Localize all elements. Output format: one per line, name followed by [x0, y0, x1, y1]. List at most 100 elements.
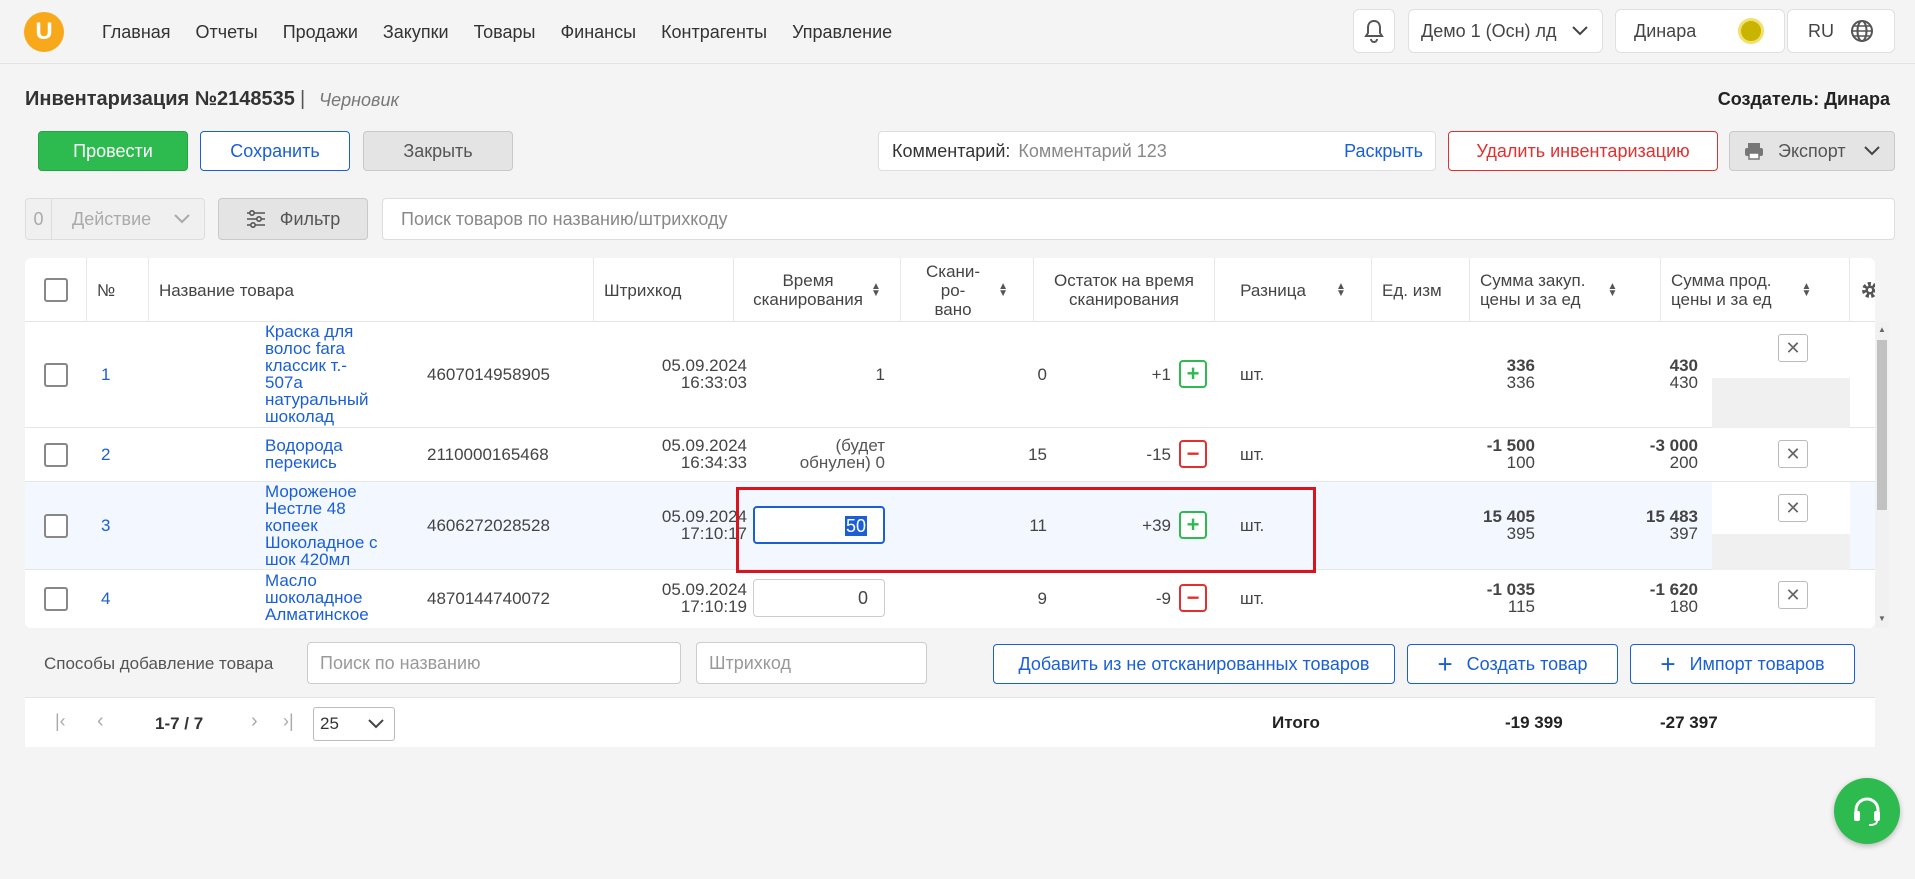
col-difference-label: Разница — [1240, 280, 1306, 300]
col-scan-time[interactable]: Время сканирования ▲ ▼ — [734, 258, 901, 322]
delete-row-button[interactable]: ✕ — [1778, 334, 1808, 362]
name-search-input[interactable]: Поиск по названию — [307, 642, 681, 684]
first-page-icon[interactable]: |‹ — [55, 711, 66, 732]
page-size-select[interactable]: 25 — [313, 707, 395, 741]
filter-button[interactable]: Фильтр — [218, 198, 368, 240]
nav-home[interactable]: Главная — [102, 22, 171, 43]
delete-row-button[interactable]: ✕ — [1778, 440, 1808, 468]
support-chat-button[interactable] — [1834, 778, 1900, 844]
import-products-button[interactable]: + Импорт товаров — [1630, 644, 1855, 684]
row-number[interactable]: 4 — [101, 589, 110, 609]
scroll-down-icon[interactable]: ▼ — [1878, 614, 1886, 623]
product-name-line: Шоколадное с — [265, 533, 378, 552]
add-unscanned-button[interactable]: Добавить из не отсканированных товаров — [993, 644, 1395, 684]
purchase-sum: 336 336 — [1425, 357, 1535, 391]
comment-field[interactable]: Комментарий: Комментарий 123 Раскрыть — [878, 131, 1436, 171]
delete-row-button[interactable]: ✕ — [1778, 494, 1808, 522]
scan-clock: 17:10:17 — [680, 524, 747, 543]
product-name-link[interactable]: Водорода перекись — [265, 437, 343, 471]
col-stock[interactable]: Остаток на время сканирования — [1034, 258, 1215, 322]
sort-icon: ▲ ▼ — [871, 281, 881, 299]
nav-products[interactable]: Товары — [474, 22, 536, 43]
expand-link[interactable]: Раскрыть — [1344, 141, 1423, 162]
product-name-line: Водорода — [265, 436, 343, 455]
minus-icon: − — [1179, 584, 1207, 612]
row-number[interactable]: 1 — [101, 365, 110, 385]
export-button[interactable]: Экспорт — [1729, 131, 1895, 171]
comment-value: Комментарий 123 — [1018, 140, 1167, 161]
table-scrollbar-track[interactable]: ▲ ▼ — [1875, 322, 1889, 628]
stock-qty: 9 — [1037, 589, 1047, 608]
purchase-total: -1 035 — [1486, 580, 1535, 599]
comment-label: Комментарий: — [892, 140, 1011, 161]
plus-icon: + — [1437, 648, 1453, 679]
col-purchase-line1: Сумма закуп. — [1480, 271, 1586, 290]
sale-unit: 430 — [1669, 373, 1698, 392]
delete-row-button[interactable]: ✕ — [1778, 581, 1808, 609]
difference-value: -15 — [1146, 445, 1171, 464]
scanned-qty-input[interactable]: 0 — [753, 579, 885, 617]
language-select[interactable]: RU — [1787, 9, 1895, 53]
gear-icon[interactable] — [1860, 280, 1875, 300]
product-name-line: классик т.- — [265, 356, 347, 375]
sliders-icon — [246, 210, 265, 228]
scroll-up-icon[interactable]: ▲ — [1878, 325, 1886, 334]
app-logo[interactable]: U — [24, 12, 64, 52]
nav-sales[interactable]: Продажи — [283, 22, 358, 43]
user-menu[interactable]: Динара — [1615, 9, 1785, 53]
last-page-icon[interactable]: ›| — [283, 711, 294, 732]
sale-unit: 180 — [1669, 597, 1698, 616]
row-number[interactable]: 3 — [101, 516, 110, 536]
filter-label: Фильтр — [279, 208, 341, 229]
scrollbar-thumb[interactable] — [1877, 340, 1887, 510]
prev-page-icon[interactable]: ‹ — [97, 710, 104, 733]
scan-clock: 17:10:19 — [680, 597, 747, 616]
col-num[interactable]: № — [87, 258, 149, 322]
next-page-icon[interactable]: › — [251, 710, 258, 733]
product-name-link[interactable]: Масло шоколадное Алматинское — [265, 572, 369, 623]
sale-sum: -3 000 200 — [1588, 437, 1698, 471]
add-products-section: Способы добавление товара Поиск по назва… — [25, 628, 1875, 698]
select-all-checkbox[interactable] — [43, 278, 68, 302]
row-number[interactable]: 2 — [101, 445, 110, 465]
row-checkbox[interactable] — [44, 587, 68, 611]
col-stock-line2: сканирования — [1069, 290, 1179, 309]
chevron-down-icon — [174, 214, 190, 224]
col-barcode[interactable]: Штрихкод — [594, 258, 734, 322]
col-unit[interactable]: Ед. изм — [1372, 258, 1470, 322]
page-size-value: 25 — [320, 714, 339, 733]
nav-purchases[interactable]: Закупки — [383, 22, 449, 43]
row-checkbox[interactable] — [44, 443, 68, 467]
create-product-button[interactable]: + Создать товар — [1407, 644, 1618, 684]
nav-finance[interactable]: Финансы — [560, 22, 636, 43]
page-range: 1-7 / 7 — [155, 714, 204, 733]
nav-contractors[interactable]: Контрагенты — [661, 22, 767, 43]
col-difference[interactable]: Разница ▲ ▼ — [1215, 258, 1372, 322]
product-name-link[interactable]: Краска для волос fara классик т.- 507а н… — [265, 323, 369, 425]
col-scanned[interactable]: Скани-ро-вано ▲ ▼ — [901, 258, 1034, 322]
company-select[interactable]: Демо 1 (Осн) лд — [1408, 9, 1603, 53]
conduct-button[interactable]: Провести — [38, 131, 188, 171]
product-name-link[interactable]: Мороженое Нестле 48 копеек Шоколадное с … — [265, 483, 378, 568]
nav-management[interactable]: Управление — [792, 22, 892, 43]
chevron-down-icon — [1572, 26, 1588, 36]
col-purchase-sum[interactable]: Сумма закуп. цены и за ед ▲ ▼ — [1470, 258, 1661, 322]
scan-time: 05.09.2024 16:34:33 — [635, 437, 747, 471]
col-scanned-line1: Скани- — [926, 261, 981, 281]
notifications-button[interactable] — [1353, 9, 1395, 53]
row-checkbox[interactable] — [44, 514, 68, 538]
table-row[interactable]: 2 Водорода перекись 2110000165468 05.09.… — [25, 428, 1875, 482]
action-dropdown[interactable]: 0 Действие — [25, 198, 205, 240]
table-row[interactable]: 1 Краска для волос fara классик т.- 507а… — [25, 322, 1875, 428]
save-button[interactable]: Сохранить — [200, 131, 350, 171]
nav-reports[interactable]: Отчеты — [196, 22, 258, 43]
col-name[interactable]: Название товара — [149, 258, 594, 322]
close-button[interactable]: Закрыть — [363, 131, 513, 171]
product-search-input[interactable]: Поиск товаров по названию/штрихкоду — [382, 198, 1895, 240]
barcode-input[interactable]: Штрихкод — [696, 642, 927, 684]
row-checkbox[interactable] — [44, 363, 68, 387]
table-row[interactable]: 4 Масло шоколадное Алматинское 487014474… — [25, 570, 1875, 628]
delete-inventory-button[interactable]: Удалить инвентаризацию — [1448, 131, 1718, 171]
col-sale-sum[interactable]: Сумма прод. цены и за ед ▲ ▼ — [1661, 258, 1850, 322]
pagination-bar: |‹ ‹ 1-7 / 7 › ›| 25 Итого -19 399 -27 3… — [25, 697, 1875, 747]
